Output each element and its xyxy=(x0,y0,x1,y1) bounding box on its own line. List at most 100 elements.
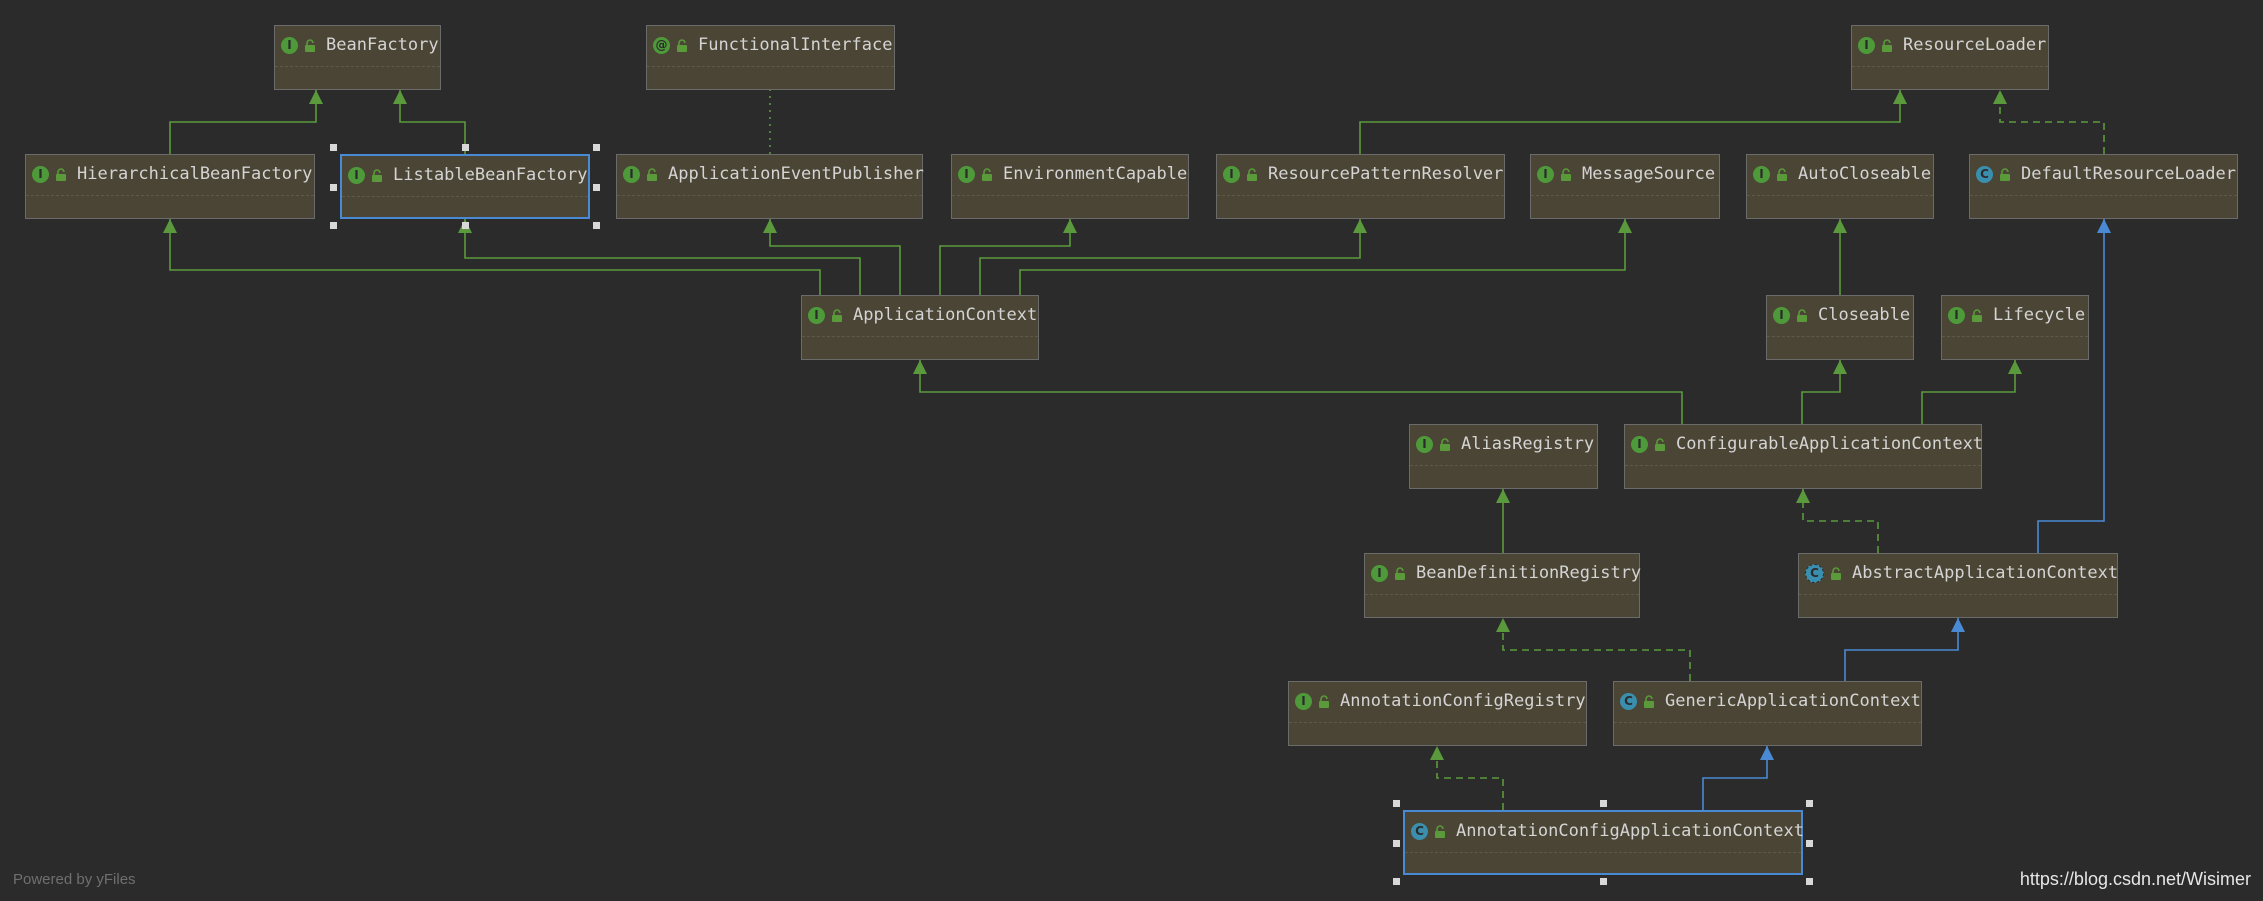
node-label: ConfigurableApplicationContext xyxy=(1676,434,1984,454)
arrowhead xyxy=(1353,219,1367,233)
node-divider xyxy=(1942,336,2088,337)
node-hierarchical-bean-factory[interactable]: I HierarchicalBeanFactory xyxy=(25,154,315,219)
public-visibility-icon xyxy=(1559,167,1572,181)
node-header: I ListableBeanFactory xyxy=(342,156,588,194)
node-label: ResourcePatternResolver xyxy=(1268,164,1504,184)
edge-hierarchical-bean-factory-to-bean-factory xyxy=(169,90,323,154)
node-alias-registry[interactable]: I AliasRegistry xyxy=(1409,424,1598,489)
node-divider xyxy=(1614,722,1921,723)
node-label: BeanFactory xyxy=(326,35,439,55)
public-visibility-icon xyxy=(1775,167,1788,181)
interface-icon: I xyxy=(1537,165,1554,183)
interface-icon: I xyxy=(808,306,825,324)
node-label: AutoCloseable xyxy=(1798,164,1932,184)
selection-handle[interactable] xyxy=(593,183,600,191)
node-divider xyxy=(1410,465,1597,466)
arrowhead xyxy=(2097,219,2111,233)
public-visibility-icon xyxy=(54,167,67,181)
node-resource-loader[interactable]: I ResourceLoader xyxy=(1851,25,2049,90)
node-divider xyxy=(647,66,894,67)
node-header: I AutoCloseable xyxy=(1747,155,1933,193)
selection-handle[interactable] xyxy=(593,144,600,151)
node-label: GenericApplicationContext xyxy=(1665,691,1921,711)
node-closeable[interactable]: I Closeable xyxy=(1766,295,1914,360)
node-label: ListableBeanFactory xyxy=(393,165,588,185)
node-resource-pattern-resolver[interactable]: I ResourcePatternResolver xyxy=(1216,154,1505,219)
node-label: ResourceLoader xyxy=(1903,35,2047,55)
node-bean-definition-registry[interactable]: I BeanDefinitionRegistry xyxy=(1364,553,1641,618)
node-header: C GenericApplicationContext xyxy=(1614,682,1921,720)
node-application-event-publisher[interactable]: I ApplicationEventPublisher xyxy=(616,154,924,219)
interface-icon: I xyxy=(1631,435,1648,453)
public-visibility-icon xyxy=(1393,566,1406,580)
selection-handle[interactable] xyxy=(593,222,600,229)
public-visibility-icon xyxy=(980,167,993,181)
node-message-source[interactable]: I MessageSource xyxy=(1530,154,1720,219)
interface-icon: I xyxy=(1371,564,1388,582)
public-visibility-icon xyxy=(1795,308,1808,322)
interface-icon: I xyxy=(1753,165,1770,183)
class-icon: C xyxy=(1411,822,1428,840)
node-divider xyxy=(1970,195,2237,196)
node-default-resource-loader[interactable]: C DefaultResourceLoader xyxy=(1969,154,2238,219)
interface-icon: I xyxy=(32,165,49,183)
node-functional-interface[interactable]: @ FunctionalInterface xyxy=(646,25,895,90)
edge-configurable-application-context-to-lifecycle xyxy=(1921,360,2022,424)
interface-icon: I xyxy=(1858,36,1875,54)
node-divider xyxy=(342,196,588,197)
class-icon: C xyxy=(1620,692,1637,710)
node-auto-closeable[interactable]: I AutoCloseable xyxy=(1746,154,1934,219)
node-header: I MessageSource xyxy=(1531,155,1719,193)
selection-handle[interactable] xyxy=(1393,839,1400,847)
node-label: DefaultResourceLoader xyxy=(2021,164,2236,184)
public-visibility-icon xyxy=(645,167,658,181)
arrowhead xyxy=(1993,90,2007,104)
selection-handle[interactable] xyxy=(330,222,337,229)
interface-icon: I xyxy=(281,36,298,54)
node-annotation-config-application-context[interactable]: C AnnotationConfigApplicationContext xyxy=(1403,810,1804,875)
node-divider xyxy=(952,195,1188,196)
arrowhead xyxy=(1893,90,1907,104)
selection-handle[interactable] xyxy=(330,183,337,191)
node-divider xyxy=(1747,195,1933,196)
node-header: C AnnotationConfigApplicationContext xyxy=(1405,812,1804,850)
node-divider xyxy=(1852,66,2048,67)
edge-listable-bean-factory-to-bean-factory xyxy=(393,90,466,154)
node-annotation-config-registry[interactable]: I AnnotationConfigRegistry xyxy=(1288,681,1587,746)
selection-handle[interactable] xyxy=(462,222,469,229)
node-divider xyxy=(275,66,440,67)
node-header: I BeanDefinitionRegistry xyxy=(1365,554,1641,592)
arrowhead xyxy=(1833,360,1847,374)
edge-abstract-application-context-to-default-resource-loader xyxy=(2037,219,2111,553)
node-bean-factory[interactable]: I BeanFactory xyxy=(274,25,441,90)
node-divider xyxy=(617,195,922,196)
node-divider xyxy=(802,336,1038,337)
powered-by-text: Powered by yFiles xyxy=(13,871,136,888)
node-label: Lifecycle xyxy=(1993,305,2086,325)
node-application-context[interactable]: I ApplicationContext xyxy=(801,295,1039,360)
selection-handle[interactable] xyxy=(1806,839,1813,847)
edge-resource-pattern-resolver-to-resource-loader xyxy=(1359,90,1907,154)
public-visibility-icon xyxy=(1317,694,1330,708)
node-lifecycle[interactable]: I Lifecycle xyxy=(1941,295,2089,360)
public-visibility-icon xyxy=(1829,566,1842,580)
node-header: I ConfigurableApplicationContext xyxy=(1625,425,1984,463)
selection-handle[interactable] xyxy=(1806,878,1813,885)
node-label: ApplicationContext xyxy=(853,305,1038,325)
node-abstract-application-context[interactable]: C AbstractApplicationContext xyxy=(1798,553,2118,618)
selection-handle[interactable] xyxy=(1600,878,1607,885)
selection-handle[interactable] xyxy=(1393,800,1400,807)
edge-bean-definition-registry-to-alias-registry xyxy=(1496,489,1510,553)
selection-handle[interactable] xyxy=(1393,878,1400,885)
node-environment-capable[interactable]: I EnvironmentCapable xyxy=(951,154,1189,219)
node-listable-bean-factory[interactable]: I ListableBeanFactory xyxy=(340,154,590,219)
public-visibility-icon xyxy=(1880,38,1893,52)
node-generic-application-context[interactable]: C GenericApplicationContext xyxy=(1613,681,1922,746)
selection-handle[interactable] xyxy=(1600,800,1607,807)
selection-handle[interactable] xyxy=(462,144,469,151)
node-divider xyxy=(1625,465,1981,466)
node-configurable-application-context[interactable]: I ConfigurableApplicationContext xyxy=(1624,424,1984,489)
node-label: Closeable xyxy=(1818,305,1911,325)
selection-handle[interactable] xyxy=(1806,800,1813,807)
selection-handle[interactable] xyxy=(330,144,337,151)
